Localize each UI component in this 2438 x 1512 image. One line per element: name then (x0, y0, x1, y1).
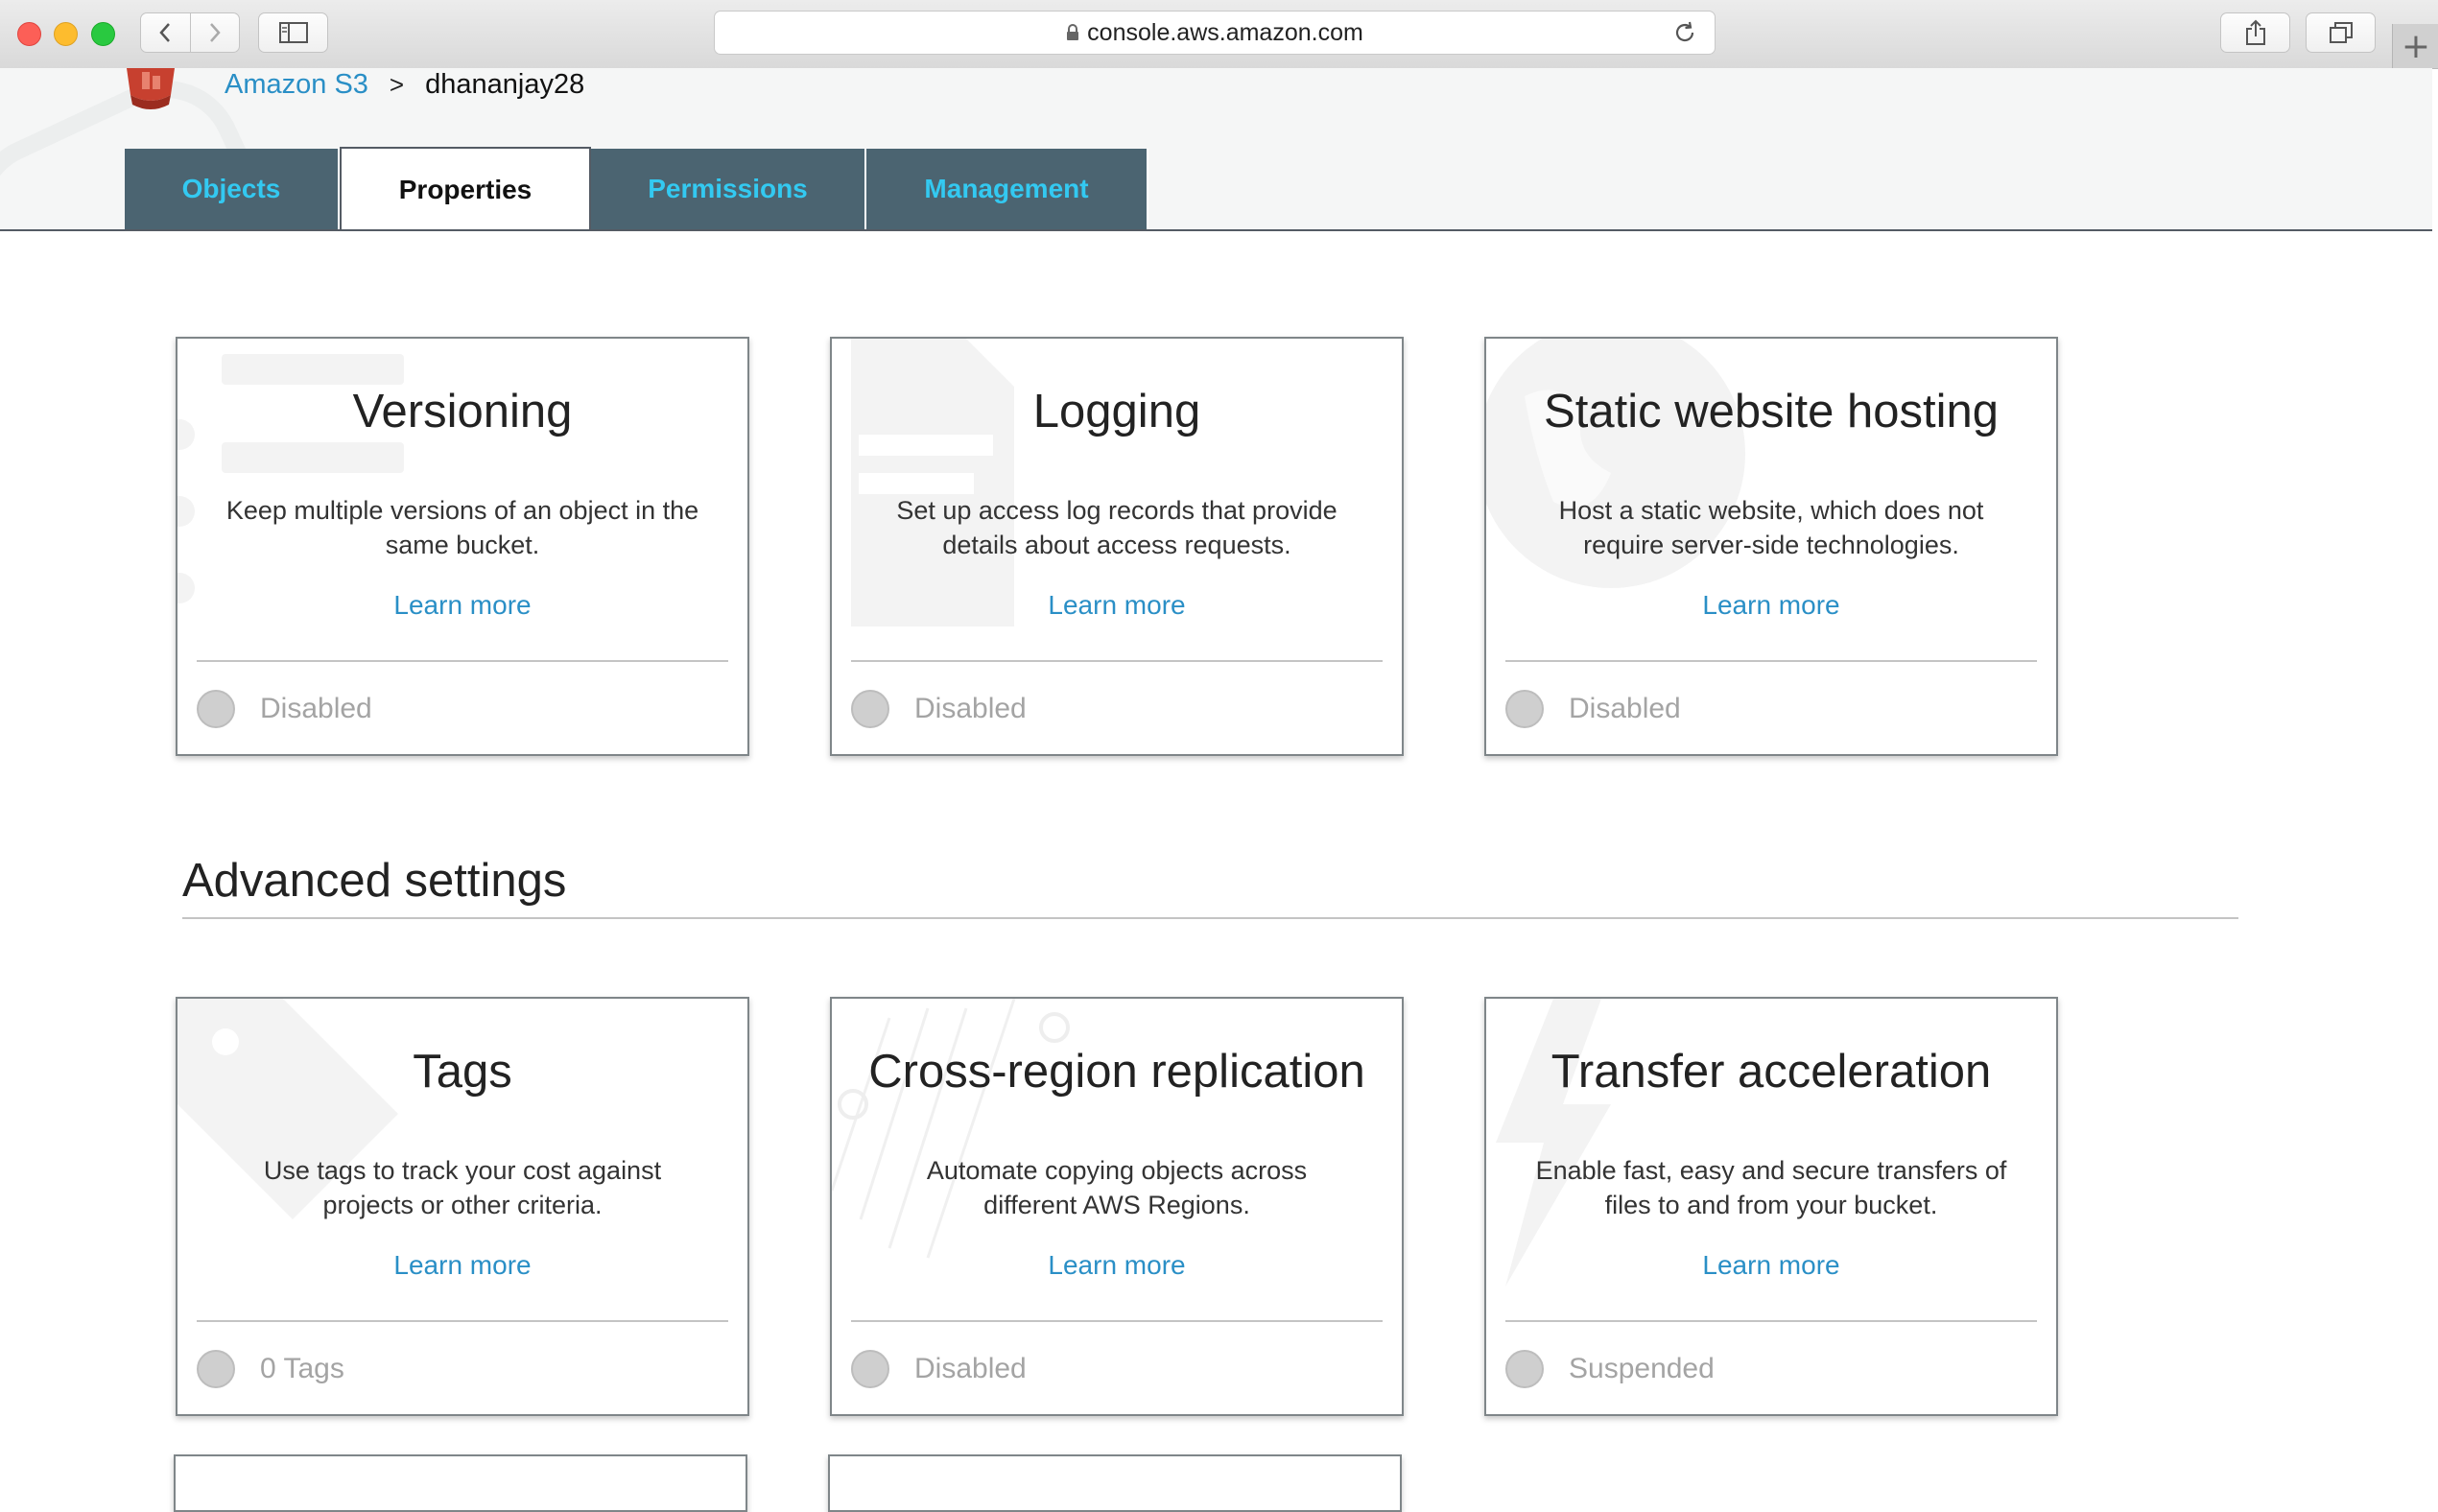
s3-logo-icon (123, 68, 178, 115)
back-button[interactable] (141, 13, 190, 52)
card-title: Logging (1032, 386, 1201, 437)
tab-management[interactable]: Management (866, 149, 1148, 229)
card-divider (197, 660, 728, 662)
status-radio-icon (1505, 690, 1544, 728)
status-radio-icon (851, 690, 889, 728)
status-text: Disabled (914, 693, 1027, 724)
advanced-settings-heading: Advanced settings (182, 855, 567, 907)
section-divider (182, 917, 2238, 919)
zoom-window-button[interactable] (91, 22, 115, 46)
status-text: 0 Tags (260, 1353, 344, 1384)
logging-card[interactable]: Logging Set up access log records that p… (830, 337, 1404, 756)
tabs-overview-icon (2329, 22, 2353, 43)
breadcrumb: Amazon S3 > dhananjay28 (225, 68, 584, 101)
history-nav (140, 12, 240, 53)
learn-more-link[interactable]: Learn more (1486, 590, 2056, 621)
lock-icon (1066, 24, 1079, 41)
learn-more-link[interactable]: Learn more (832, 590, 1402, 621)
card-status: 0 Tags (197, 1349, 344, 1389)
learn-more-link[interactable]: Learn more (178, 1250, 747, 1281)
partial-card[interactable] (174, 1454, 747, 1512)
forward-button[interactable] (189, 13, 240, 52)
breadcrumb-separator: > (389, 69, 405, 99)
sidebar-icon (278, 22, 308, 43)
status-text: Disabled (1569, 693, 1681, 724)
card-divider (851, 660, 1383, 662)
versioning-card[interactable]: Versioning Keep multiple versions of an … (176, 337, 749, 756)
card-divider (1505, 1320, 2037, 1322)
cross-region-replication-card[interactable]: Cross-region replication Automate copyin… (830, 997, 1404, 1416)
card-description: Host a static website, which does not re… (1558, 496, 1984, 559)
bucket-tabs: Objects Properties Permissions Managemen… (125, 147, 1148, 229)
tab-properties[interactable]: Properties (340, 147, 591, 229)
url-text: console.aws.amazon.com (1087, 18, 1363, 46)
new-tab-button[interactable]: + (2392, 24, 2438, 68)
card-title: Tags (413, 1046, 512, 1098)
static-website-hosting-card[interactable]: Static website hosting Host a static web… (1484, 337, 2058, 756)
address-bar[interactable]: console.aws.amazon.com (714, 11, 1716, 55)
card-description: Enable fast, easy and secure transfers o… (1535, 1156, 2007, 1219)
status-radio-icon (197, 690, 235, 728)
card-title: Transfer acceleration (1550, 1046, 1992, 1098)
show-tabs-button[interactable] (2306, 12, 2376, 53)
card-description: Set up access log records that provide d… (896, 496, 1337, 559)
close-window-button[interactable] (17, 22, 41, 46)
card-divider (1505, 660, 2037, 662)
chevron-left-icon (159, 23, 171, 42)
minimize-window-button[interactable] (54, 22, 78, 46)
status-text: Disabled (260, 693, 372, 724)
status-radio-icon (197, 1350, 235, 1388)
reload-icon[interactable] (1672, 20, 1697, 52)
partial-card[interactable] (828, 1454, 1402, 1512)
card-description: Use tags to track your cost against proj… (263, 1156, 662, 1219)
bucket-header: Amazon S3 > dhananjay28 Objects Properti… (0, 68, 2432, 231)
browser-toolbar: console.aws.amazon.com + (0, 0, 2438, 69)
card-status: Disabled (851, 1349, 1027, 1389)
card-status: Disabled (851, 689, 1027, 729)
learn-more-link[interactable]: Learn more (178, 590, 747, 621)
tags-card[interactable]: Tags Use tags to track your cost against… (176, 997, 749, 1416)
learn-more-link[interactable]: Learn more (832, 1250, 1402, 1281)
card-title: Versioning (352, 386, 573, 437)
breadcrumb-bucket-name: dhananjay28 (425, 68, 585, 100)
tab-permissions[interactable]: Permissions (591, 149, 866, 229)
tab-objects[interactable]: Objects (125, 149, 340, 229)
status-text: Suspended (1569, 1353, 1715, 1384)
transfer-acceleration-card[interactable]: Transfer acceleration Enable fast, easy … (1484, 997, 2058, 1416)
status-radio-icon (1505, 1350, 1544, 1388)
card-description: Automate copying objects across differen… (926, 1156, 1308, 1219)
card-title: Cross-region replication (868, 1046, 1365, 1098)
share-icon (2245, 19, 2265, 45)
card-title: Static website hosting (1544, 386, 1999, 437)
card-description: Keep multiple versions of an object in t… (225, 496, 699, 559)
status-radio-icon (851, 1350, 889, 1388)
card-status: Disabled (1505, 689, 1681, 729)
breadcrumb-link-amazon-s3[interactable]: Amazon S3 (225, 69, 368, 101)
card-status: Disabled (197, 689, 372, 729)
card-divider (851, 1320, 1383, 1322)
card-divider (197, 1320, 728, 1322)
chevron-right-icon (209, 23, 221, 42)
learn-more-link[interactable]: Learn more (1486, 1250, 2056, 1281)
card-status: Suspended (1505, 1349, 1715, 1389)
share-button[interactable] (2220, 12, 2290, 53)
status-text: Disabled (914, 1353, 1027, 1384)
sidebar-toggle-button[interactable] (258, 12, 328, 53)
